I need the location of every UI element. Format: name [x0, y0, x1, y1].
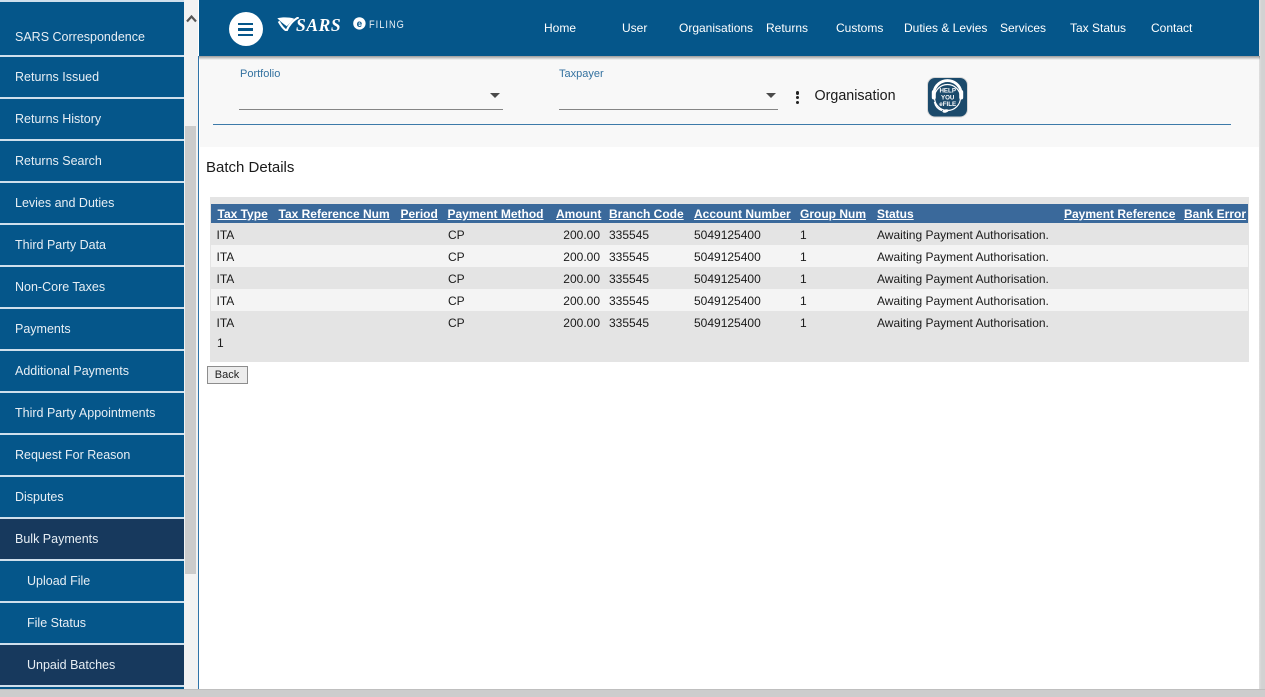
svg-text:e: e — [357, 19, 363, 30]
svg-text:eFILE: eFILE — [939, 101, 956, 108]
